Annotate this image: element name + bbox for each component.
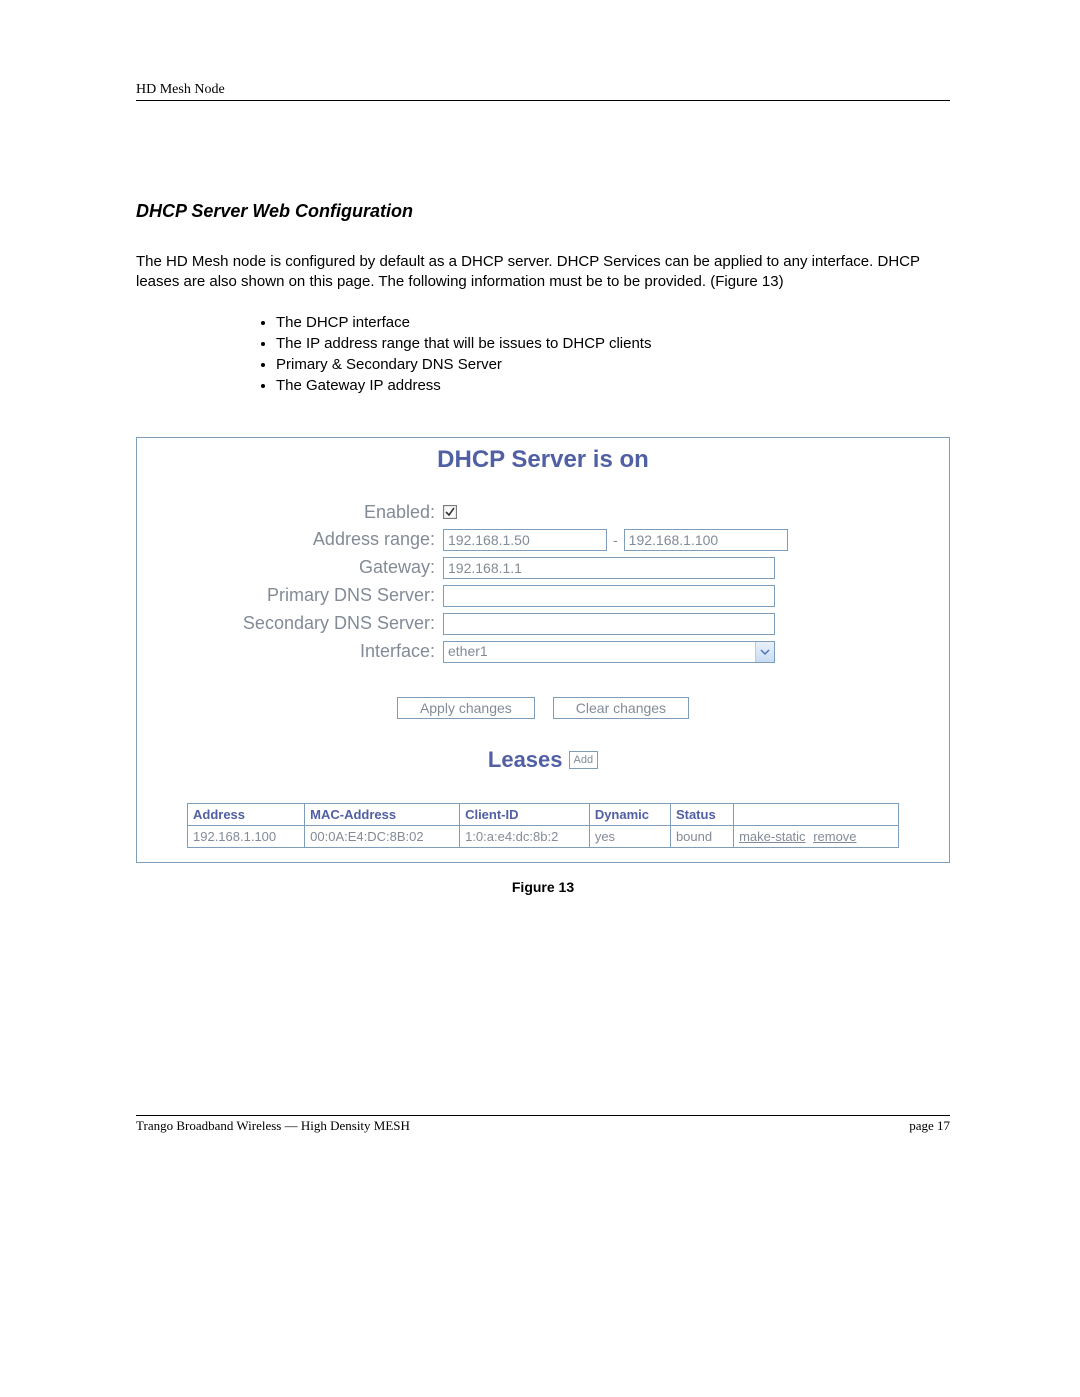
cell-dynamic: yes	[589, 825, 670, 847]
cell-mac: 00:0A:E4:DC:8B:02	[305, 825, 460, 847]
leases-table: Address MAC-Address Client-ID Dynamic St…	[187, 803, 899, 848]
interface-value: ether1	[444, 642, 755, 662]
list-item: The Gateway IP address	[276, 376, 950, 396]
secondary-dns-label: Secondary DNS Server:	[187, 613, 443, 634]
section-title: DHCP Server Web Configuration	[136, 201, 950, 222]
cell-address: 192.168.1.100	[188, 825, 305, 847]
primary-dns-label: Primary DNS Server:	[187, 585, 443, 606]
add-lease-button[interactable]: Add	[569, 751, 599, 769]
interface-select[interactable]: ether1	[443, 641, 775, 663]
col-address: Address	[188, 803, 305, 825]
gateway-label: Gateway:	[187, 557, 443, 578]
bullet-list: The DHCP interface The IP address range …	[276, 313, 950, 397]
enabled-label: Enabled:	[187, 502, 443, 523]
secondary-dns-input[interactable]	[443, 613, 775, 635]
primary-dns-input[interactable]	[443, 585, 775, 607]
gateway-input[interactable]	[443, 557, 775, 579]
list-item: The IP address range that will be issues…	[276, 334, 950, 354]
address-range-label: Address range:	[187, 529, 443, 550]
make-static-link[interactable]: make-static	[739, 829, 805, 844]
col-client-id: Client-ID	[460, 803, 590, 825]
figure-caption: Figure 13	[136, 879, 950, 895]
doc-header: HD Mesh Node	[136, 82, 950, 101]
footer-right: page 17	[909, 1118, 950, 1134]
apply-changes-button[interactable]: Apply changes	[397, 697, 535, 719]
table-row: 192.168.1.100 00:0A:E4:DC:8B:02 1:0:a:e4…	[188, 825, 899, 847]
doc-footer: Trango Broadband Wireless — High Density…	[136, 1115, 950, 1134]
enabled-checkbox[interactable]	[443, 505, 457, 519]
list-item: Primary & Secondary DNS Server	[276, 355, 950, 375]
col-mac: MAC-Address	[305, 803, 460, 825]
leases-title: Leases	[488, 747, 563, 773]
col-dynamic: Dynamic	[589, 803, 670, 825]
dhcp-config-panel: DHCP Server is on Enabled: Address range…	[136, 437, 950, 863]
range-end-input[interactable]	[624, 529, 788, 551]
cell-actions: make-static remove	[734, 825, 899, 847]
cell-status: bound	[670, 825, 733, 847]
interface-label: Interface:	[187, 641, 443, 662]
clear-changes-button[interactable]: Clear changes	[553, 697, 689, 719]
remove-link[interactable]: remove	[813, 829, 856, 844]
cell-client-id: 1:0:a:e4:dc:8b:2	[460, 825, 590, 847]
range-separator: -	[607, 532, 624, 548]
chevron-down-icon[interactable]	[755, 642, 774, 662]
panel-title: DHCP Server is on	[187, 446, 899, 474]
intro-paragraph: The HD Mesh node is configured by defaul…	[136, 252, 950, 293]
col-status: Status	[670, 803, 733, 825]
range-start-input[interactable]	[443, 529, 607, 551]
col-actions	[734, 803, 899, 825]
list-item: The DHCP interface	[276, 313, 950, 333]
footer-left: Trango Broadband Wireless — High Density…	[136, 1118, 410, 1134]
